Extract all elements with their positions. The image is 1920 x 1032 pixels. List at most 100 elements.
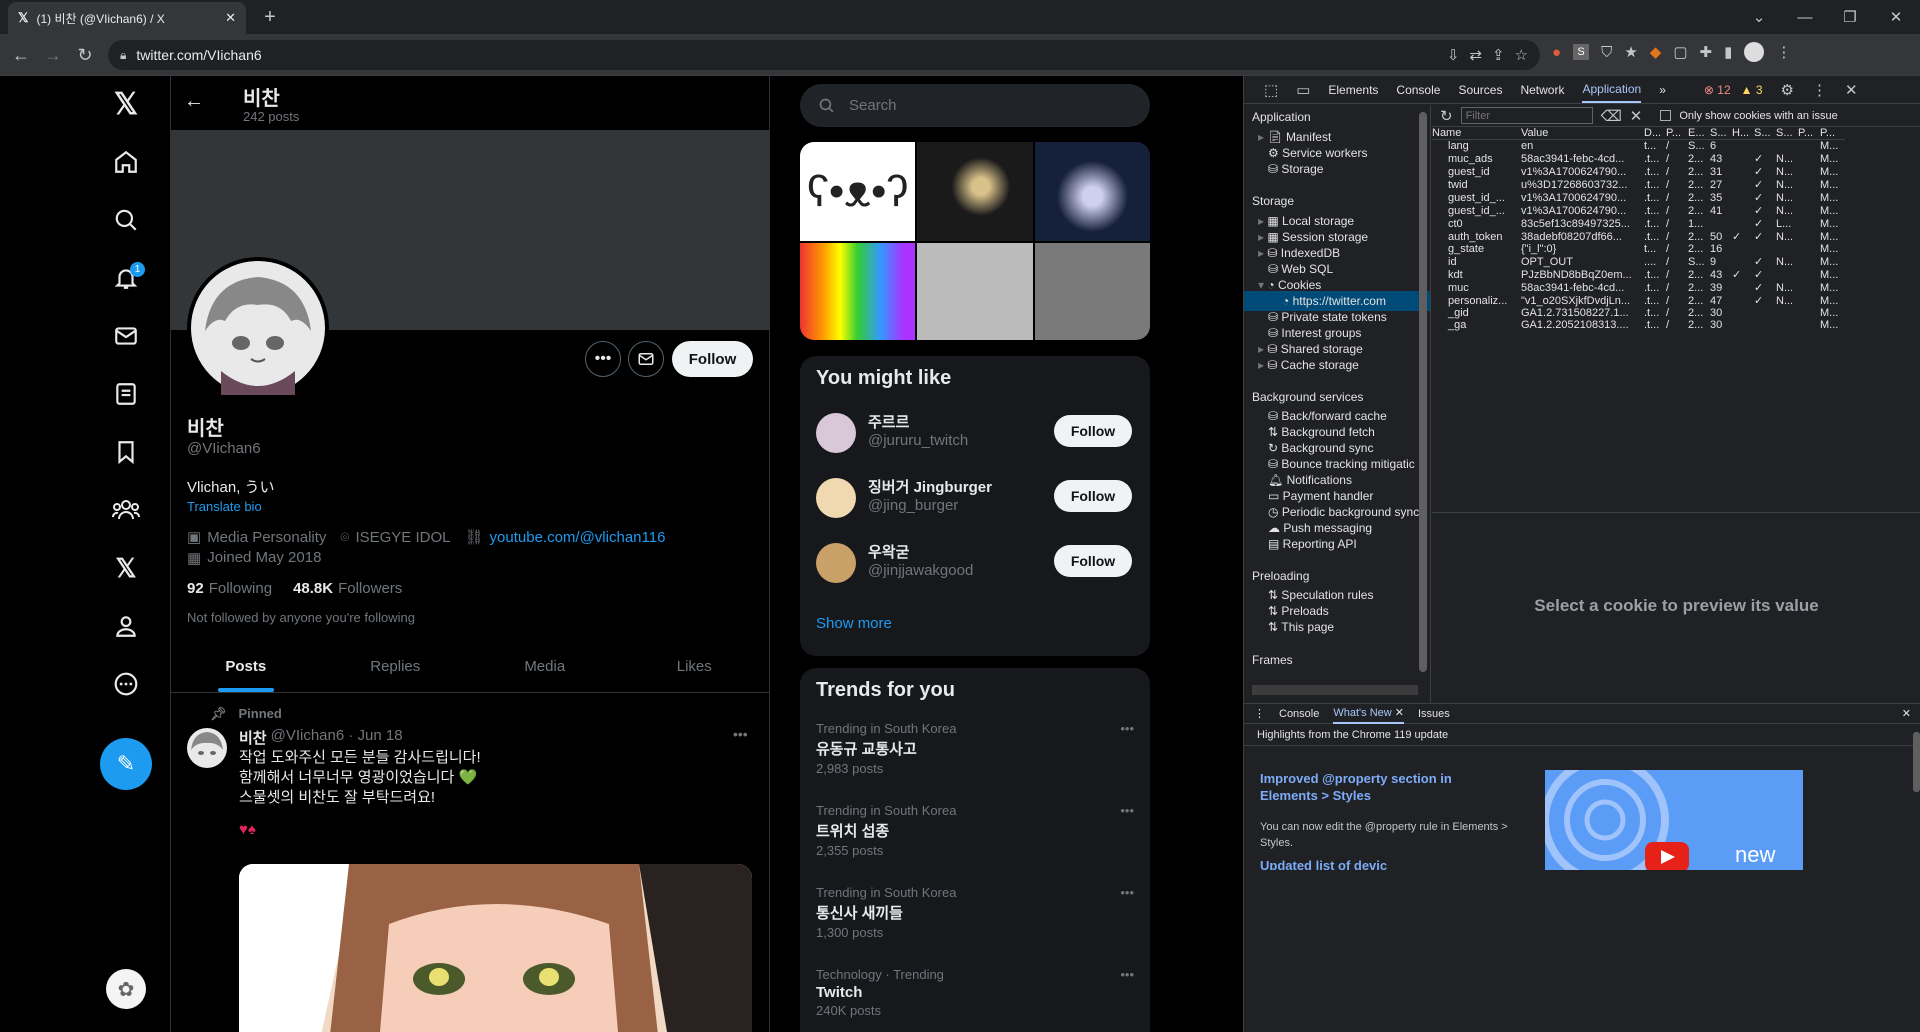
tab-media[interactable]: Media [470, 640, 620, 692]
sidebar-storage[interactable]: ⛁ Storage [1268, 159, 1323, 179]
more-tabs-icon[interactable]: » [1659, 83, 1666, 97]
side-panel-icon[interactable]: ▮ [1724, 43, 1732, 61]
drawer-tab-issues[interactable]: Issues [1418, 708, 1450, 720]
column-header[interactable]: S... [1776, 127, 1798, 140]
trend-item-3[interactable]: Trending in South Korea 통신사 새끼들 1,300 po… [816, 885, 1134, 940]
trend-more-icon[interactable]: ••• [1120, 803, 1134, 818]
column-header[interactable]: P... [1820, 127, 1845, 140]
menu-kebab-icon[interactable]: ⋮ [1776, 43, 1791, 61]
close-devtools-icon[interactable]: ✕ [1845, 81, 1858, 99]
column-header[interactable]: Value [1521, 127, 1644, 140]
trend-more-icon[interactable]: ••• [1120, 885, 1134, 900]
sidebar-this-page[interactable]: ⇅ This page [1268, 617, 1334, 637]
trend-item-4[interactable]: Technology · Trending Twitch 240K posts … [816, 967, 1134, 1018]
install-icon[interactable]: ⇩ [1447, 46, 1460, 64]
settings-gear-icon[interactable]: ⚙ [1781, 81, 1794, 99]
following-count[interactable]: 92 [187, 580, 204, 597]
bookmarks-icon[interactable] [104, 430, 148, 474]
column-header[interactable]: H... [1732, 127, 1754, 140]
column-header[interactable]: Name [1432, 127, 1521, 140]
reload-icon[interactable]: ↻ [72, 43, 98, 67]
cookie-row[interactable]: g_state {"i_l":0} t... / 2... 16 M... [1432, 243, 1845, 255]
extensions-puzzle-icon[interactable]: ✚ [1700, 43, 1713, 61]
column-header[interactable]: S... [1754, 127, 1776, 140]
profile-website-link[interactable]: youtube.com/@vlichan116 [490, 529, 666, 546]
drawer-tab-whats-new[interactable]: What's New ✕ [1333, 703, 1404, 724]
refresh-icon[interactable]: ↻ [1440, 107, 1453, 125]
extension-box-icon[interactable]: ▢ [1673, 43, 1687, 61]
media-thumb-4[interactable] [800, 243, 916, 340]
trend-item-2[interactable]: Trending in South Korea 트위치 섭종 2,355 pos… [816, 803, 1134, 858]
cookie-row[interactable]: guest_id v1%3A1700624790... .t... / 2... 31 ✓ N… [1432, 165, 1845, 179]
devtools-tab-elements[interactable]: Elements [1328, 83, 1378, 97]
explore-search-icon[interactable] [104, 198, 148, 242]
inspect-element-icon[interactable]: ⬚ [1264, 81, 1278, 99]
cookie-row[interactable]: guest_id_... v1%3A1700624790... .t... / 2...… [1432, 191, 1845, 205]
drawer-scrollbar[interactable] [1913, 732, 1920, 792]
following-label[interactable]: Following [209, 580, 272, 597]
extension-icon-2[interactable]: S [1573, 44, 1590, 60]
close-whats-new-icon[interactable]: ✕ [1395, 707, 1404, 719]
news-video-thumbnail[interactable]: new [1545, 770, 1803, 870]
new-tab-icon[interactable]: + [258, 6, 282, 28]
message-button[interactable] [628, 341, 664, 377]
site-info-icon[interactable]: 🔒︎ [120, 48, 126, 63]
extension-fox-icon[interactable]: ◆ [1650, 43, 1662, 61]
tab-search-icon[interactable]: ⌄ [1747, 6, 1771, 28]
lists-icon[interactable] [104, 372, 148, 416]
followers-label[interactable]: Followers [338, 580, 402, 597]
cookie-row[interactable]: id OPT_OUT.... / S... 9 ✓ N... M... [1432, 255, 1845, 269]
browser-tab[interactable]: 𝕏 (1) 비찬 (@VIichan6) / X ✕ [8, 2, 246, 34]
messages-envelope-icon[interactable] [104, 314, 148, 358]
devtools-tab-console[interactable]: Console [1396, 83, 1440, 97]
profile-avatar[interactable] [187, 257, 329, 399]
tab-posts[interactable]: Posts [171, 640, 321, 692]
cookie-row[interactable]: twid u%3D17268603732... .t... / 2... 27 ✓ N... M… [1432, 178, 1845, 192]
suggestion-row-2[interactable]: 징버거 Jingburger @jing_burger Follow [816, 473, 1134, 523]
maximize-icon[interactable]: ❐ [1838, 6, 1862, 28]
more-options-button[interactable]: ••• [585, 341, 621, 377]
profile-person-icon[interactable] [104, 604, 148, 648]
post-image[interactable] [239, 864, 752, 1032]
tab-likes[interactable]: Likes [620, 640, 770, 692]
devtools-tab-network[interactable]: Network [1520, 83, 1564, 97]
omnibox[interactable]: 🔒︎ twitter.com/VIichan6 ⇩ ⇄ ⇪ ☆ [108, 40, 1540, 70]
post-avatar[interactable] [187, 728, 227, 768]
media-thumb-5[interactable] [917, 243, 1033, 340]
media-thumb-6[interactable] [1034, 243, 1150, 340]
profile-avatar[interactable] [1744, 42, 1765, 62]
error-count[interactable]: ⊗ 12 [1704, 83, 1731, 97]
devtools-menu-icon[interactable]: ⋮ [1812, 81, 1827, 99]
cookie-row[interactable]: guest_id_... v1%3A1700624790... .t... / 2...… [1432, 204, 1845, 218]
post-meta[interactable]: @VIichan6 · Jun 18 [271, 727, 403, 748]
suggestion-row-1[interactable]: 주르르 @jururu_twitch Follow [816, 408, 1134, 458]
forward-icon[interactable]: → [40, 43, 66, 67]
post-more-icon[interactable]: ••• [733, 726, 748, 742]
devtools-tab-sources[interactable]: Sources [1458, 83, 1502, 97]
cookie-row[interactable]: personaliz... "v1_o20SXjkfDvdjLn... .t... /… [1432, 294, 1845, 308]
devtools-tab-application[interactable]: Application [1582, 77, 1642, 103]
drawer-tab-console[interactable]: Console [1279, 708, 1319, 720]
search-box[interactable]: Search [800, 84, 1150, 127]
media-thumb-2[interactable] [917, 142, 1033, 241]
news-next-link[interactable]: Updated list of devic [1260, 858, 1520, 870]
cookie-row[interactable]: _gid GA1.2.731508227.1... .t... / 2... 30 M... [1432, 307, 1845, 319]
trend-more-icon[interactable]: ••• [1120, 967, 1134, 982]
suggestion-row-3[interactable]: 우왁굳 @jinjjawakgood Follow [816, 538, 1134, 588]
warning-count[interactable]: ▲ 3 [1741, 83, 1763, 97]
column-header[interactable]: D... [1644, 127, 1666, 140]
extension-icon-1[interactable]: ● [1552, 44, 1561, 61]
media-grid[interactable]: ʕ•ᴥ•ʔ [800, 142, 1150, 340]
extension-shield-icon[interactable]: ⛉ [1601, 44, 1612, 61]
trend-item-1[interactable]: Trending in South Korea 유동규 교통사고 2,983 p… [816, 721, 1134, 776]
sidebar-bg-9[interactable]: ▤ Reporting API [1268, 534, 1357, 554]
back-icon[interactable]: ← [8, 43, 34, 67]
x-logo-icon[interactable]: 𝕏 [104, 82, 148, 126]
premium-x-icon[interactable]: 𝕏 [104, 546, 148, 590]
home-icon[interactable] [104, 140, 148, 184]
post-author[interactable]: 비찬 [239, 727, 267, 748]
column-header[interactable]: S... [1710, 127, 1732, 140]
close-window-icon[interactable]: ✕ [1884, 6, 1908, 28]
suggestion-follow-button[interactable]: Follow [1054, 545, 1132, 577]
suggestion-follow-button[interactable]: Follow [1054, 480, 1132, 512]
